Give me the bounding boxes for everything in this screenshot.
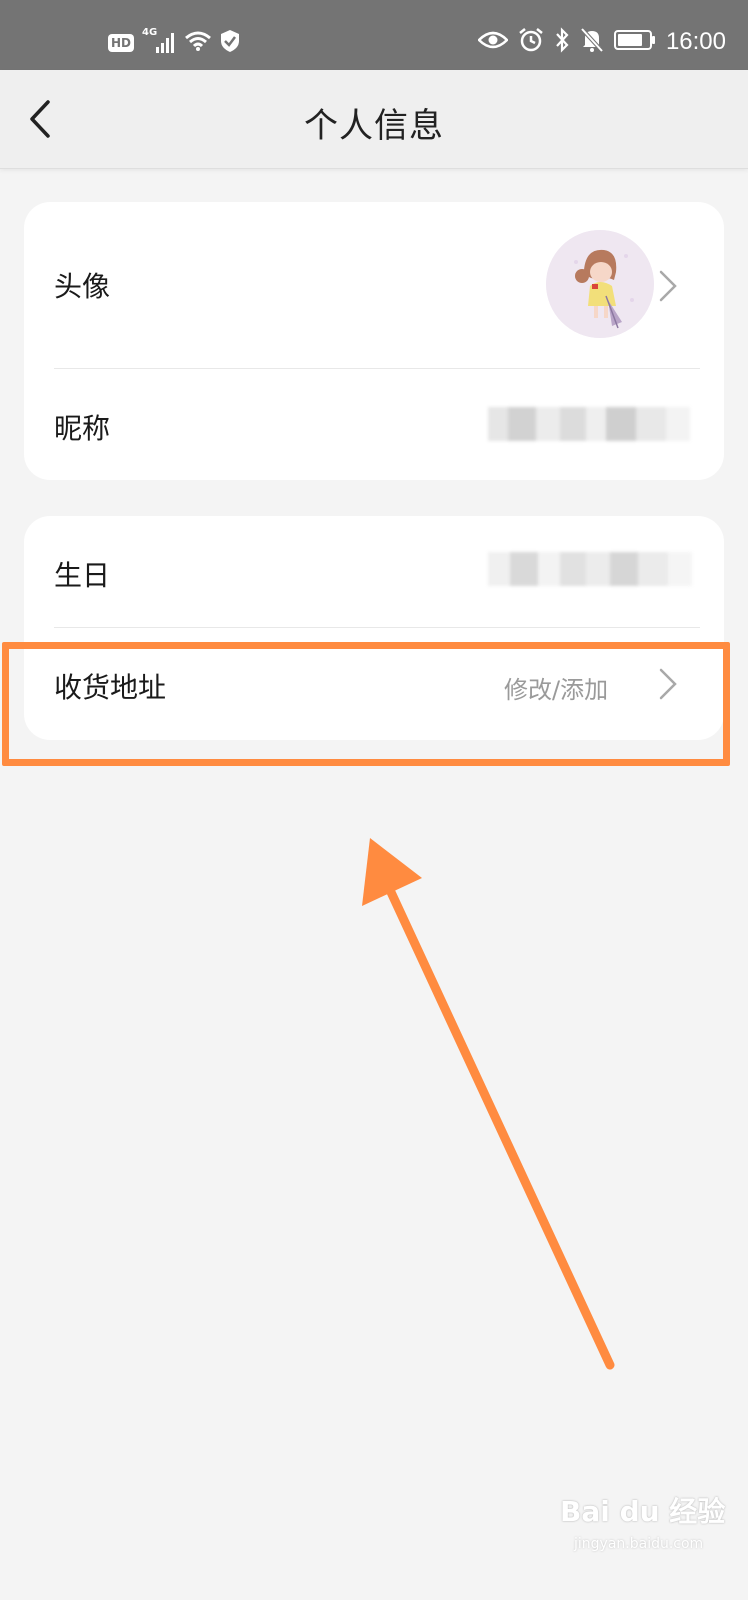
status-left-indicators: HD 4G [108, 27, 240, 58]
battery-icon [613, 29, 656, 55]
status-time: 16:00 [665, 28, 726, 55]
birthday-value-blurred [488, 552, 714, 588]
avatar[interactable] [546, 230, 654, 338]
shield-icon [220, 29, 240, 57]
pointer-arrow-icon [362, 838, 615, 1370]
wifi-icon [184, 30, 212, 56]
eye-icon [477, 30, 509, 54]
baidu-watermark: Bai du 经验 [560, 1490, 725, 1530]
nickname-label: 昵称 [54, 412, 111, 445]
address-highlight-box [2, 642, 730, 766]
nickname-row[interactable]: 昵称 [24, 369, 724, 480]
status-bar: HD 4G 16:00 [0, 0, 748, 70]
status-right-indicators: 16:00 [477, 24, 726, 60]
birthday-row[interactable]: 生日 [24, 516, 724, 628]
alarm-icon [518, 27, 544, 57]
bluetooth-icon [554, 27, 570, 57]
nickname-value-blurred [488, 407, 710, 443]
mute-bell-icon [580, 27, 604, 57]
nav-bar: 个人信息 [0, 70, 748, 169]
network-type-label: 4G [142, 27, 158, 38]
avatar-label: 头像 [54, 270, 111, 303]
watermark-brand: Bai du 经验 [560, 1495, 726, 1528]
birthday-label: 生日 [54, 559, 111, 592]
chevron-right-icon [659, 270, 677, 302]
watermark-url: jingyan.baidu.com [574, 1536, 704, 1552]
profile-card: 头像 昵称 [24, 202, 724, 480]
hd-badge: HD [108, 34, 135, 52]
page-title: 个人信息 [304, 106, 444, 146]
signal-icon: 4G [142, 27, 176, 55]
avatar-row[interactable]: 头像 [24, 202, 724, 368]
